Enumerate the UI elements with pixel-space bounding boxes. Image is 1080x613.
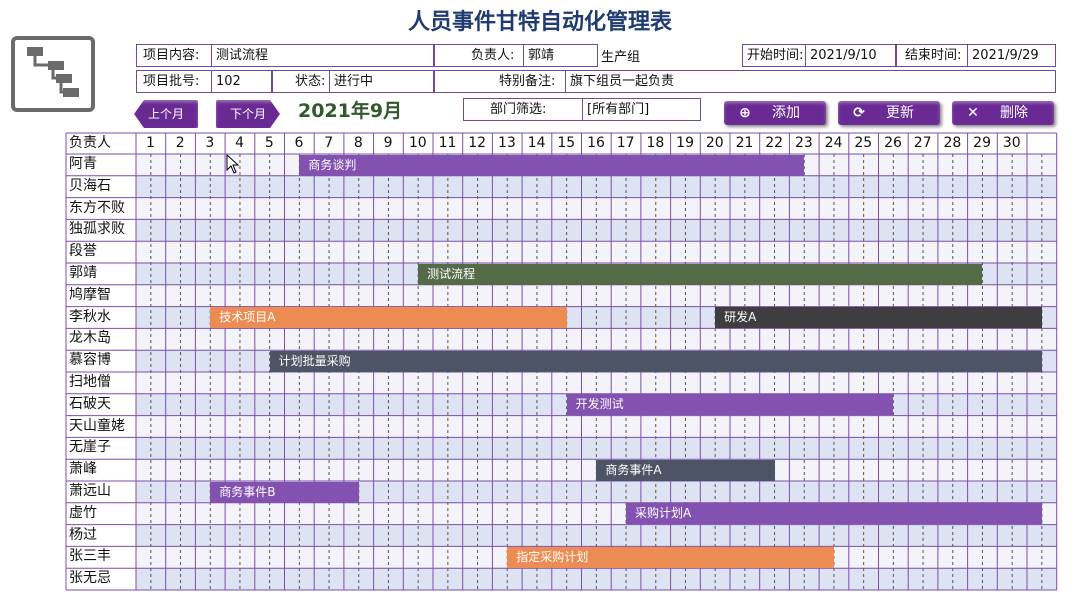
day-header: 15 bbox=[557, 135, 576, 151]
person-name: 张三丰 bbox=[69, 548, 111, 565]
person-name: 独孤求败 bbox=[69, 221, 125, 238]
day-header: 3 bbox=[205, 135, 215, 151]
day-header: 24 bbox=[824, 135, 843, 151]
gantt-task-bar[interactable]: 采购计划A bbox=[626, 503, 1042, 525]
day-header: 23 bbox=[794, 135, 813, 151]
person-name: 张无忌 bbox=[69, 570, 111, 587]
day-header: 16 bbox=[587, 135, 605, 151]
person-name: 龙木岛 bbox=[69, 330, 111, 347]
day-header: 19 bbox=[676, 135, 694, 151]
gantt-task-bar[interactable]: 指定采购计划 bbox=[507, 546, 834, 568]
day-header: 7 bbox=[324, 135, 334, 151]
person-name: 段誉 bbox=[69, 243, 97, 260]
gantt-task-bar[interactable]: 商务事件A bbox=[596, 459, 775, 481]
day-header: 17 bbox=[616, 135, 635, 151]
person-name: 郭靖 bbox=[69, 265, 97, 281]
person-name: 无崖子 bbox=[69, 439, 111, 456]
person-name: 鸠摩智 bbox=[69, 286, 111, 303]
day-header: 27 bbox=[913, 135, 932, 151]
day-header: 6 bbox=[294, 135, 304, 151]
gantt-task-bar[interactable]: 研发A bbox=[715, 307, 1042, 329]
person-name: 萧峰 bbox=[69, 461, 97, 478]
person-name: 虚竹 bbox=[69, 504, 97, 521]
mouse-cursor-icon bbox=[226, 154, 240, 174]
day-header: 20 bbox=[705, 135, 724, 151]
gantt-task-bar[interactable]: 技术项目A bbox=[210, 307, 567, 329]
day-header: 29 bbox=[973, 135, 991, 151]
gantt-task-bar[interactable]: 商务谈判 bbox=[299, 154, 805, 176]
day-header: 2 bbox=[175, 135, 185, 151]
person-name: 石破天 bbox=[69, 395, 111, 412]
day-header: 13 bbox=[497, 135, 516, 151]
day-header: 26 bbox=[884, 135, 902, 151]
person-name: 天山童姥 bbox=[69, 417, 125, 434]
day-header: 14 bbox=[527, 135, 546, 151]
gantt-task-bar[interactable]: 测试流程 bbox=[418, 263, 983, 285]
person-name: 贝海石 bbox=[69, 177, 111, 194]
person-name: 萧远山 bbox=[69, 483, 111, 499]
person-name: 阿青 bbox=[69, 156, 97, 172]
day-header: 11 bbox=[438, 135, 457, 151]
person-name: 东方不败 bbox=[69, 199, 125, 216]
day-header: 1 bbox=[146, 135, 155, 151]
person-name: 杨过 bbox=[69, 526, 97, 543]
gantt-task-bar[interactable]: 计划批量采购 bbox=[269, 350, 1042, 372]
day-header: 5 bbox=[264, 135, 274, 151]
person-name: 慕容博 bbox=[69, 352, 111, 369]
day-header: 28 bbox=[943, 135, 962, 151]
day-header: 18 bbox=[646, 135, 665, 151]
day-header: 22 bbox=[765, 135, 784, 151]
day-header: 12 bbox=[468, 135, 487, 151]
day-header: 25 bbox=[854, 135, 873, 151]
person-name: 扫地僧 bbox=[69, 374, 111, 390]
gantt-task-bar[interactable]: 开发测试 bbox=[566, 394, 894, 416]
day-header: 9 bbox=[383, 135, 393, 151]
person-name: 李秋水 bbox=[69, 308, 111, 325]
gantt-task-bar[interactable]: 商务事件B bbox=[210, 481, 359, 503]
day-header: 10 bbox=[408, 135, 427, 151]
day-header: 21 bbox=[735, 135, 754, 151]
day-header: 30 bbox=[1002, 135, 1021, 151]
day-header: 8 bbox=[353, 135, 363, 151]
owner-column-header: 负责人 bbox=[69, 135, 111, 151]
day-header: 4 bbox=[235, 135, 245, 151]
